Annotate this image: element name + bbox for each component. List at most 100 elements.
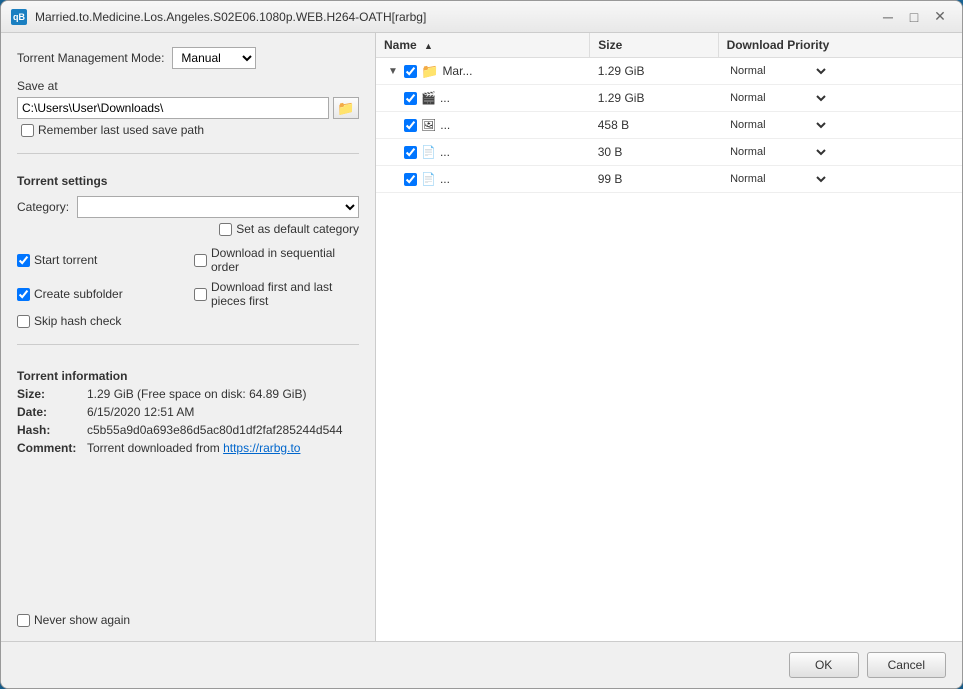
file-priority-cell: NormalHighMaximumDo not download <box>718 85 962 112</box>
skip-hash-label[interactable]: Skip hash check <box>34 314 121 328</box>
file-list: ▼ 📁 Mar... 1.29 GiB NormalHighMaximumDo not … <box>376 58 962 193</box>
remember-checkbox[interactable] <box>21 124 34 137</box>
sequential-download-item: Download in sequential order <box>194 246 359 274</box>
torrent-settings-label: Torrent settings <box>17 174 359 188</box>
col-priority[interactable]: Download Priority <box>718 33 962 58</box>
table-row: 📄... 30 B NormalHighMaximumDo not download <box>376 139 962 166</box>
file-size: 1.29 GiB <box>590 85 718 112</box>
file-name-text: ... <box>440 172 450 186</box>
management-mode-label: Torrent Management Mode: <box>17 51 164 65</box>
category-select[interactable] <box>77 196 359 218</box>
file-type-icon: 📁 <box>421 63 438 80</box>
file-type-icon: 📄 <box>421 172 436 186</box>
cancel-button[interactable]: Cancel <box>867 652 946 678</box>
priority-select[interactable]: NormalHighMaximumDo not download <box>726 89 829 107</box>
ok-button[interactable]: OK <box>789 652 859 678</box>
create-subfolder-checkbox[interactable] <box>17 288 30 301</box>
sequential-download-label[interactable]: Download in sequential order <box>211 246 359 274</box>
minimize-button[interactable]: ─ <box>876 5 900 29</box>
info-date-row: Date: 6/15/2020 12:51 AM <box>17 405 359 419</box>
management-mode-row: Torrent Management Mode: Manual Automati… <box>17 47 359 69</box>
management-mode-select[interactable]: Manual Automatic <box>172 47 256 69</box>
start-torrent-checkbox[interactable] <box>17 254 30 267</box>
left-panel: Torrent Management Mode: Manual Automati… <box>1 33 376 641</box>
file-name-cell: 📄... <box>384 172 582 186</box>
file-type-icon: 🖼 <box>421 118 436 132</box>
info-date-key: Date: <box>17 405 87 419</box>
table-header: Name ▲ Size Download Priority <box>376 33 962 58</box>
browse-folder-button[interactable]: 📁 <box>333 97 359 119</box>
file-size: 30 B <box>590 139 718 166</box>
torrent-info-section: Torrent information Size: 1.29 GiB (Free… <box>17 365 359 455</box>
close-button[interactable]: ✕ <box>928 5 952 29</box>
info-size-key: Size: <box>17 387 87 401</box>
file-priority-cell: NormalHighMaximumDo not download <box>718 139 962 166</box>
save-path-input[interactable] <box>17 97 329 119</box>
priority-select[interactable]: NormalHighMaximumDo not download <box>726 170 829 188</box>
file-checkbox[interactable] <box>404 119 417 132</box>
rarbg-link[interactable]: https://rarbg.to <box>223 441 300 455</box>
table-row: ▼ 📁 Mar... 1.29 GiB NormalHighMaximumDo not … <box>376 58 962 85</box>
file-checkbox[interactable] <box>404 92 417 105</box>
file-name-text: ... <box>440 91 450 105</box>
file-name-text: Mar... <box>442 64 472 78</box>
info-size-row: Size: 1.29 GiB (Free space on disk: 64.8… <box>17 387 359 401</box>
info-comment-key: Comment: <box>17 441 87 455</box>
info-size-value: 1.29 GiB (Free space on disk: 64.89 GiB) <box>87 387 306 401</box>
sequential-download-checkbox[interactable] <box>194 254 207 267</box>
set-default-label[interactable]: Set as default category <box>236 222 359 236</box>
main-window: qB Married.to.Medicine.Los.Angeles.S02E0… <box>0 0 963 689</box>
file-name-cell: 🖼... <box>384 118 582 132</box>
window-title: Married.to.Medicine.Los.Angeles.S02E06.1… <box>35 10 876 24</box>
start-torrent-item: Start torrent <box>17 246 182 274</box>
col-size[interactable]: Size <box>590 33 718 58</box>
default-category-row: Set as default category <box>17 222 359 236</box>
file-priority-cell: NormalHighMaximumDo not download <box>718 112 962 139</box>
save-at-row: 📁 <box>17 97 359 119</box>
first-last-pieces-label[interactable]: Download first and last pieces first <box>211 280 359 308</box>
remember-row: Remember last used save path <box>21 123 359 137</box>
set-default-checkbox[interactable] <box>219 223 232 236</box>
skip-hash-item: Skip hash check <box>17 314 182 328</box>
never-show-checkbox[interactable] <box>17 614 30 627</box>
table-row: 🖼...458 BNormalHighMaximumDo not downloa… <box>376 112 962 139</box>
first-last-pieces-checkbox[interactable] <box>194 288 207 301</box>
priority-select[interactable]: NormalHighMaximumDo not download <box>726 62 829 80</box>
file-name-cell: ▼ 📁 Mar... <box>384 63 582 80</box>
content-area: Torrent Management Mode: Manual Automati… <box>1 33 962 641</box>
first-last-pieces-item: Download first and last pieces first <box>194 280 359 308</box>
file-priority-cell: NormalHighMaximumDo not download <box>718 166 962 193</box>
file-checkbox[interactable] <box>404 146 417 159</box>
footer: OK Cancel <box>1 641 962 688</box>
col-name[interactable]: Name ▲ <box>376 33 590 58</box>
category-label: Category: <box>17 200 69 214</box>
file-checkbox[interactable] <box>404 173 417 186</box>
table-row: 🎬...1.29 GiBNormalHighMaximumDo not down… <box>376 85 962 112</box>
divider-1 <box>17 153 359 154</box>
start-torrent-label[interactable]: Start torrent <box>34 253 97 267</box>
file-size: 99 B <box>590 166 718 193</box>
priority-select[interactable]: NormalHighMaximumDo not download <box>726 116 829 134</box>
info-hash-row: Hash: c5b55a9d0a693e86d5ac80d1df2faf2852… <box>17 423 359 437</box>
right-panel: Name ▲ Size Download Priority ▼� <box>376 33 962 641</box>
file-priority-cell: NormalHighMaximumDo not download <box>718 58 962 85</box>
file-name-cell: 📄... <box>384 145 582 159</box>
info-hash-key: Hash: <box>17 423 87 437</box>
maximize-button[interactable]: □ <box>902 5 926 29</box>
folder-expand-icon[interactable]: ▼ <box>388 66 400 77</box>
never-show-label[interactable]: Never show again <box>34 613 130 627</box>
info-hash-value: c5b55a9d0a693e86d5ac80d1df2faf285244d544 <box>87 423 343 437</box>
file-checkbox[interactable] <box>404 65 417 78</box>
category-row: Category: <box>17 196 359 218</box>
priority-select[interactable]: NormalHighMaximumDo not download <box>726 143 829 161</box>
files-table: Name ▲ Size Download Priority ▼� <box>376 33 962 193</box>
title-bar-buttons: ─ □ ✕ <box>876 5 952 29</box>
save-at-label: Save at <box>17 79 359 93</box>
remember-label[interactable]: Remember last used save path <box>38 123 204 137</box>
file-size: 1.29 GiB <box>590 58 718 85</box>
skip-hash-checkbox[interactable] <box>17 315 30 328</box>
never-show-row: Never show again <box>17 605 359 627</box>
create-subfolder-label[interactable]: Create subfolder <box>34 287 123 301</box>
create-subfolder-item: Create subfolder <box>17 280 182 308</box>
title-bar: qB Married.to.Medicine.Los.Angeles.S02E0… <box>1 1 962 33</box>
